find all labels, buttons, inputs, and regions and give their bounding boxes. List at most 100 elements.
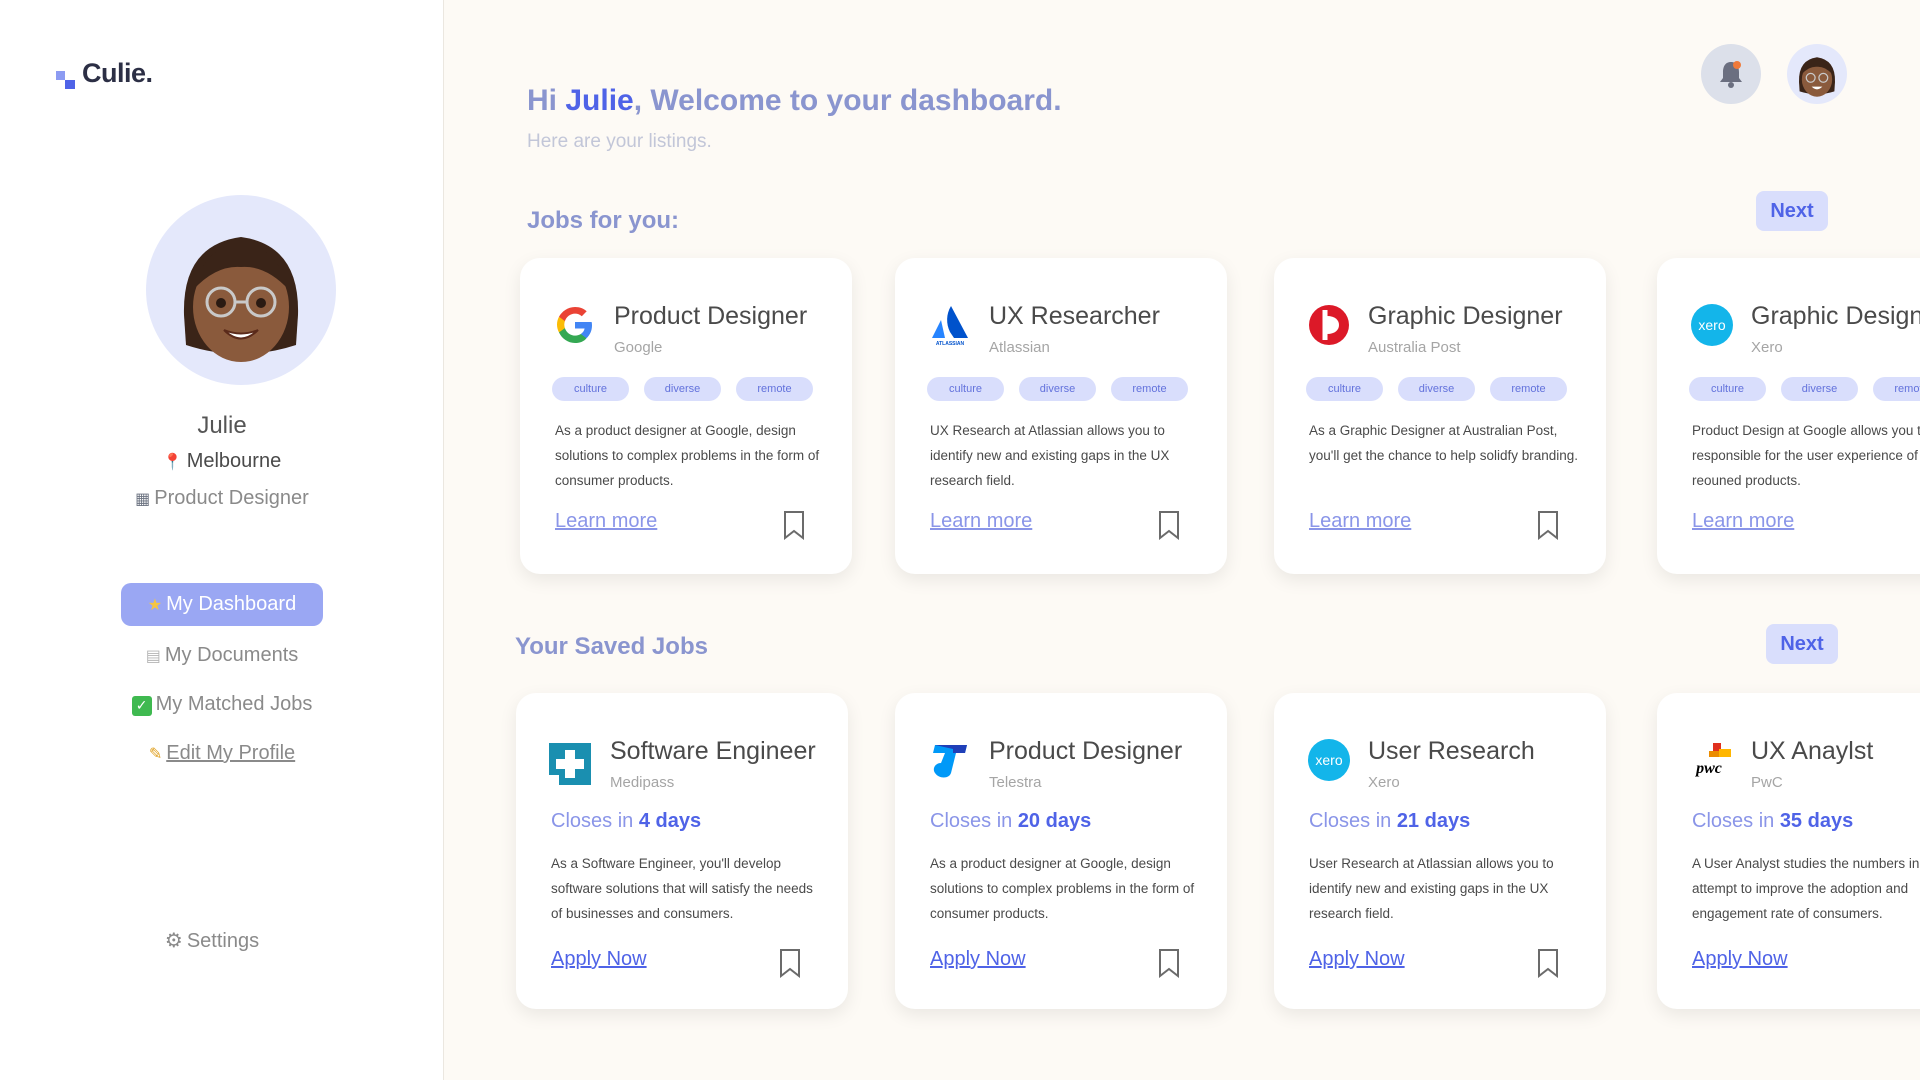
tag-remote[interactable]: remote bbox=[1490, 377, 1567, 401]
telstra-logo-icon bbox=[929, 739, 971, 781]
tag-remote[interactable]: remote bbox=[1111, 377, 1188, 401]
logo-mark-icon bbox=[56, 67, 78, 89]
nav-item-documents[interactable]: ▤ My Documents bbox=[0, 637, 444, 673]
closes-in-prefix: Closes in bbox=[551, 810, 639, 832]
job-company: Atlassian bbox=[989, 339, 1050, 356]
job-title: Software Engineer bbox=[610, 737, 816, 765]
tag-diverse[interactable]: diverse bbox=[1019, 377, 1096, 401]
job-company: Xero bbox=[1368, 774, 1400, 791]
job-tags: culture diverse remote bbox=[1306, 377, 1567, 401]
greeting-suffix: , Welcome to your dashboard. bbox=[633, 84, 1062, 117]
job-tags: culture diverse remote bbox=[927, 377, 1188, 401]
jobs-section-title: Jobs for you: bbox=[527, 207, 680, 234]
saved-next-button[interactable]: Next bbox=[1766, 624, 1838, 664]
bookmark-icon[interactable] bbox=[1536, 510, 1560, 540]
closes-in: Closes in 21 days bbox=[1309, 810, 1470, 833]
notifications-button[interactable] bbox=[1701, 44, 1761, 104]
learn-more-link[interactable]: Learn more bbox=[1309, 510, 1411, 533]
bookmark-icon[interactable] bbox=[778, 948, 802, 978]
tag-culture[interactable]: culture bbox=[1306, 377, 1383, 401]
svg-text:xero: xero bbox=[1315, 752, 1342, 768]
job-card: ATLASSIAN UX Researcher Atlassian cultur… bbox=[895, 258, 1227, 574]
saved-job-card: pwc UX Anaylst PwC Closes in 35 days A U… bbox=[1657, 693, 1920, 1009]
job-company: Australia Post bbox=[1368, 339, 1461, 356]
bookmark-icon[interactable] bbox=[782, 510, 806, 540]
app-logo[interactable]: Culie. bbox=[56, 58, 153, 89]
job-tags: culture diverse remote bbox=[1689, 377, 1920, 401]
job-card: Product Designer Google culture diverse … bbox=[520, 258, 852, 574]
xero-logo-icon: xero bbox=[1308, 739, 1350, 781]
nav-item-dashboard[interactable]: ★ My Dashboard bbox=[121, 583, 323, 626]
xero-logo-icon: xero bbox=[1691, 304, 1733, 346]
star-icon: ★ bbox=[147, 595, 163, 614]
user-avatar-button[interactable] bbox=[1787, 44, 1847, 104]
document-icon: ▤ bbox=[145, 646, 161, 665]
svg-text:pwc: pwc bbox=[1694, 760, 1722, 777]
tag-culture[interactable]: culture bbox=[1689, 377, 1766, 401]
nav-item-matched-jobs-label: My Matched Jobs bbox=[155, 693, 313, 715]
greeting-name: Julie bbox=[565, 84, 634, 117]
check-mark-icon: ✓ bbox=[131, 696, 152, 716]
closes-in-days: 4 days bbox=[638, 810, 702, 832]
closes-in-prefix: Closes in bbox=[1309, 810, 1397, 832]
job-company: Google bbox=[614, 339, 663, 356]
profile-location-text: Melbourne bbox=[186, 450, 282, 472]
office-building-icon: ▦ bbox=[135, 489, 151, 508]
tag-culture[interactable]: culture bbox=[552, 377, 629, 401]
apply-now-link[interactable]: Apply Now bbox=[1309, 948, 1405, 971]
job-description: As a Graphic Designer at Australian Post… bbox=[1309, 423, 1579, 463]
bookmark-icon[interactable] bbox=[1157, 948, 1181, 978]
bell-icon bbox=[1720, 61, 1742, 88]
closes-in: Closes in 20 days bbox=[930, 810, 1091, 833]
nav-item-edit-profile-label: Edit My Profile bbox=[166, 742, 296, 764]
apply-now-link[interactable]: Apply Now bbox=[930, 948, 1026, 971]
tag-remote[interactable]: remote bbox=[736, 377, 813, 401]
page-title: Hi Julie, Welcome to your dashboard. bbox=[527, 84, 1062, 118]
job-description: User Research at Atlassian allows you to… bbox=[1309, 856, 1554, 921]
tag-culture[interactable]: culture bbox=[927, 377, 1004, 401]
greeting-prefix: Hi bbox=[527, 84, 566, 117]
job-title: Graphic Designer bbox=[1751, 302, 1920, 330]
job-title: Product Designer bbox=[614, 302, 808, 330]
tag-diverse[interactable]: diverse bbox=[1398, 377, 1475, 401]
svg-text:ATLASSIAN: ATLASSIAN bbox=[936, 341, 965, 346]
pwc-logo-icon: pwc bbox=[1691, 739, 1733, 781]
apply-now-link[interactable]: Apply Now bbox=[551, 948, 647, 971]
svg-text:xero: xero bbox=[1698, 317, 1725, 333]
settings-link[interactable]: ⚙ Settings bbox=[0, 928, 424, 953]
tag-diverse[interactable]: diverse bbox=[644, 377, 721, 401]
closes-in: Closes in 4 days bbox=[551, 810, 701, 833]
profile-role-text: Product Designer bbox=[154, 487, 309, 509]
learn-more-link[interactable]: Learn more bbox=[930, 510, 1032, 533]
job-company: PwC bbox=[1751, 774, 1783, 791]
profile-avatar bbox=[146, 195, 336, 385]
bookmark-icon[interactable] bbox=[1536, 948, 1560, 978]
nav-item-documents-label: My Documents bbox=[164, 644, 299, 666]
nav-item-matched-jobs[interactable]: ✓ My Matched Jobs bbox=[0, 686, 444, 722]
profile-role: ▦ Product Designer bbox=[0, 487, 444, 510]
closes-in-days: 21 days bbox=[1396, 810, 1471, 832]
nav-item-edit-profile[interactable]: ✎ Edit My Profile bbox=[0, 735, 444, 771]
avatar bbox=[1798, 57, 1836, 97]
job-description: UX Research at Atlassian allows you to i… bbox=[930, 423, 1170, 488]
learn-more-link[interactable]: Learn more bbox=[1692, 510, 1794, 533]
jobs-next-button[interactable]: Next bbox=[1756, 191, 1828, 231]
job-title: User Research bbox=[1368, 737, 1535, 765]
saved-job-card: Software Engineer Medipass Closes in 4 d… bbox=[516, 693, 848, 1009]
tag-diverse[interactable]: diverse bbox=[1781, 377, 1858, 401]
saved-section-title: Your Saved Jobs bbox=[515, 633, 708, 660]
job-description: As a product designer at Google, design … bbox=[555, 423, 820, 488]
closes-in: Closes in 35 days bbox=[1692, 810, 1853, 833]
nav-item-dashboard-label: My Dashboard bbox=[166, 593, 297, 615]
job-tags: culture diverse remote bbox=[552, 377, 813, 401]
job-title: UX Researcher bbox=[989, 302, 1160, 330]
bookmark-icon[interactable] bbox=[1157, 510, 1181, 540]
tag-remote[interactable]: remote bbox=[1873, 377, 1920, 401]
atlassian-logo-icon: ATLASSIAN bbox=[929, 304, 971, 347]
closes-in-prefix: Closes in bbox=[930, 810, 1018, 832]
settings-label: Settings bbox=[186, 930, 260, 952]
app-name: Culie. bbox=[82, 58, 153, 88]
job-company: Medipass bbox=[610, 774, 675, 791]
learn-more-link[interactable]: Learn more bbox=[555, 510, 657, 533]
apply-now-link[interactable]: Apply Now bbox=[1692, 948, 1788, 971]
